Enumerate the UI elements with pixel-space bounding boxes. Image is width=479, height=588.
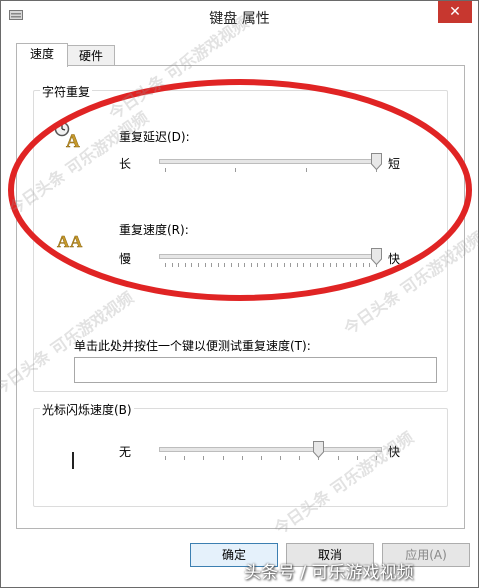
slider-tick <box>197 263 199 267</box>
character-repeat-title: 字符重复 <box>40 83 93 100</box>
tab-hardware[interactable]: 硬件 <box>67 45 115 66</box>
svg-text:A: A <box>57 232 70 251</box>
slider-tick <box>178 263 180 267</box>
close-button[interactable]: ✕ <box>438 1 472 23</box>
cursor-blink-group: 光标闪烁速度(B) 无 快 <box>33 401 448 507</box>
cursor-blink-min-label: 无 <box>119 445 132 459</box>
slider-tick <box>356 263 358 267</box>
slider-tick <box>165 456 166 460</box>
slider-tick <box>283 263 285 267</box>
slider-tick <box>296 263 298 267</box>
slider-tick <box>204 263 206 267</box>
slider-tick <box>184 263 186 267</box>
cursor-blink-slider[interactable] <box>159 441 382 462</box>
title-bar: 键盘 属性 ✕ <box>1 1 478 33</box>
repeat-rate-max-label: 快 <box>388 252 401 266</box>
slider-tick <box>235 168 237 172</box>
slider-tick <box>260 456 262 460</box>
slider-tick <box>310 263 312 267</box>
slider-tick <box>222 456 224 460</box>
slider-tick <box>356 456 358 460</box>
slider-tick <box>362 263 364 267</box>
repeat-delay-max-label: 短 <box>388 157 401 171</box>
slider-track[interactable] <box>159 159 382 164</box>
repeat-rate-min-label: 慢 <box>119 252 132 266</box>
slider-tick <box>290 263 292 267</box>
slider-thumb[interactable] <box>370 248 382 265</box>
slider-tick <box>203 456 205 460</box>
svg-text:A: A <box>70 232 83 251</box>
cursor-blink-max-label: 快 <box>388 445 401 459</box>
slider-tick <box>230 263 232 267</box>
bottom-watermark: 头条号 / 可乐游戏视频 <box>244 563 414 583</box>
speed-tab-panel: 字符重复 A 重复延迟(D): 长 短 A A 重复速度(R): 慢 快 单击此… <box>16 65 465 529</box>
slider-tick <box>250 263 252 267</box>
slider-tick <box>329 263 331 267</box>
repeat-test-label: 单击此处并按住一个键以便测试重复速度(T): <box>74 339 311 353</box>
svg-text:A: A <box>66 131 80 150</box>
slider-tick <box>303 263 305 267</box>
slider-tick <box>263 263 265 267</box>
slider-tick <box>165 263 166 267</box>
slider-tick <box>376 456 377 460</box>
slider-tick <box>337 456 339 460</box>
slider-tick <box>237 263 239 267</box>
slider-tick <box>211 263 213 267</box>
repeat-delay-min-label: 长 <box>119 157 132 171</box>
slider-tick <box>349 263 351 267</box>
repeat-rate-label: 重复速度(R): <box>119 223 189 237</box>
slider-tick <box>323 263 325 267</box>
slider-tick <box>336 263 338 267</box>
slider-tick <box>184 456 186 460</box>
character-repeat-group: 字符重复 A 重复延迟(D): 长 短 A A 重复速度(R): 慢 快 单击此… <box>33 83 448 392</box>
window-title: 键盘 属性 <box>209 11 270 27</box>
slider-tick <box>191 263 193 267</box>
cursor-blink-title: 光标闪烁速度(B) <box>40 401 134 418</box>
slider-tick <box>244 263 246 267</box>
close-icon: ✕ <box>449 4 461 20</box>
slider-tick <box>299 456 301 460</box>
slider-track[interactable] <box>159 447 382 452</box>
keyboard-properties-window: 键盘 属性 ✕ 速度 硬件 字符重复 A 重复延迟(D): 长 短 A A 重复… <box>0 0 479 588</box>
slider-tick <box>165 168 166 172</box>
slider-tick <box>305 168 307 172</box>
slider-thumb[interactable] <box>312 441 324 458</box>
slider-tick <box>257 263 259 267</box>
cursor-blink-preview <box>72 452 74 469</box>
tab-speed[interactable]: 速度 <box>16 43 68 67</box>
slider-thumb[interactable] <box>370 153 382 170</box>
repeat-delay-slider[interactable] <box>159 153 382 174</box>
repeat-rate-slider[interactable] <box>159 248 382 269</box>
slider-track[interactable] <box>159 254 382 259</box>
slider-tick <box>241 456 243 460</box>
slider-tick <box>270 263 272 267</box>
slider-tick <box>224 263 226 267</box>
slider-tick <box>217 263 219 267</box>
slider-tick <box>316 263 318 267</box>
repeat-rate-icon: A A <box>57 232 84 252</box>
repeat-delay-label: 重复延迟(D): <box>119 130 190 144</box>
repeat-test-input[interactable] <box>74 357 437 383</box>
slider-tick <box>280 456 282 460</box>
slider-tick <box>343 263 345 267</box>
repeat-delay-icon: A <box>54 121 80 150</box>
slider-tick <box>277 263 279 267</box>
slider-tick <box>171 263 173 267</box>
